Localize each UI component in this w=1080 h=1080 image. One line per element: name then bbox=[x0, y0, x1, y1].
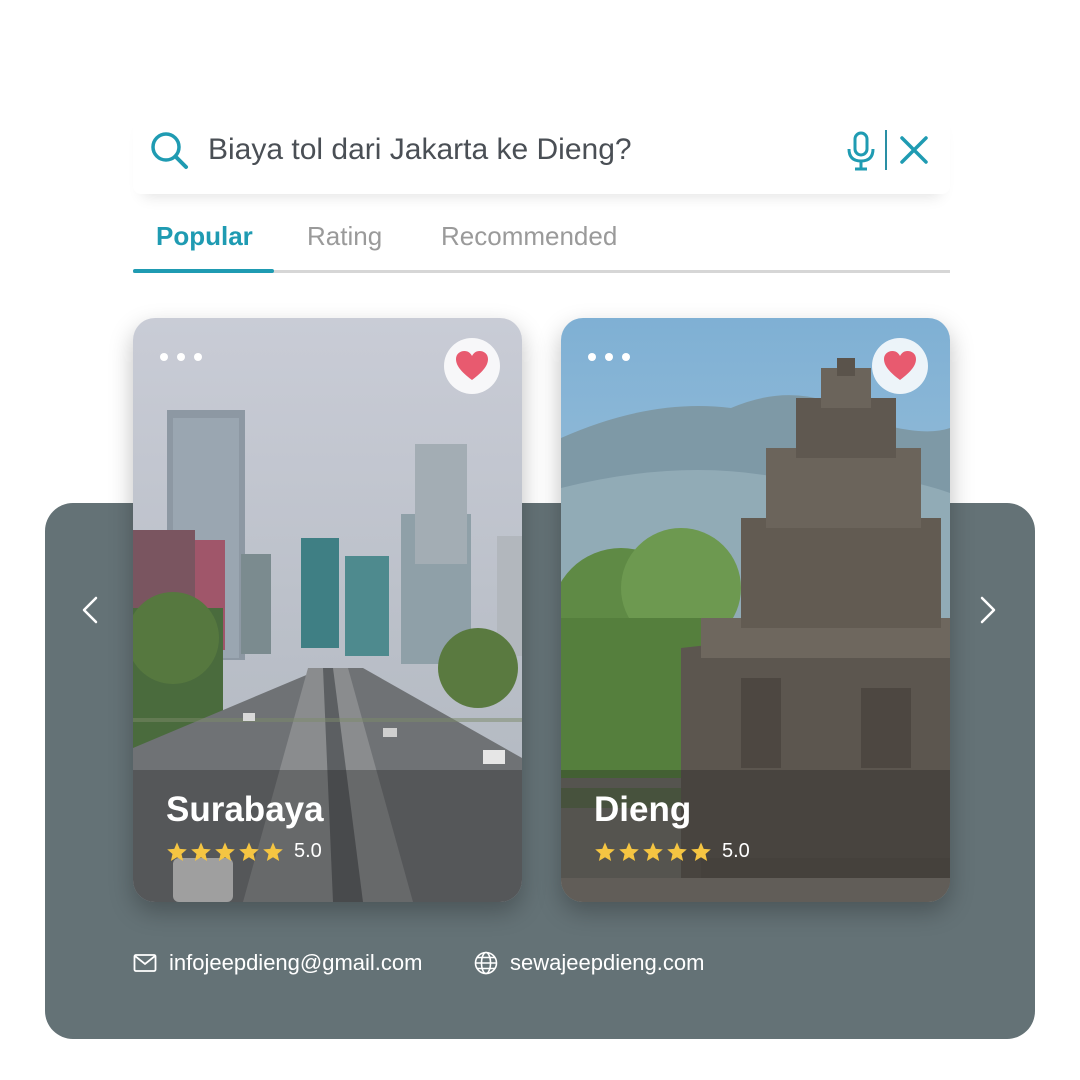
active-tab-indicator bbox=[133, 269, 274, 273]
search-icon[interactable] bbox=[149, 130, 189, 170]
close-icon[interactable] bbox=[898, 134, 930, 166]
favorite-button[interactable] bbox=[444, 338, 500, 394]
search-input[interactable]: Biaya tol dari Jakarta ke Dieng? bbox=[208, 130, 632, 170]
microphone-icon[interactable] bbox=[845, 131, 877, 171]
star-rating bbox=[166, 841, 286, 863]
heart-icon bbox=[884, 351, 916, 380]
star-icon bbox=[263, 841, 283, 861]
filter-tabs: Popular Rating Recommended bbox=[133, 215, 950, 275]
star-icon bbox=[643, 841, 663, 861]
star-icon bbox=[691, 841, 711, 861]
website-text[interactable]: sewajeepdieng.com bbox=[510, 948, 704, 978]
destination-card-surabaya[interactable]: Surabaya 5.0 bbox=[133, 318, 522, 902]
star-icon bbox=[667, 841, 687, 861]
rating-score: 5.0 bbox=[722, 840, 750, 862]
contact-website[interactable]: sewajeepdieng.com bbox=[474, 948, 774, 978]
rating-score: 5.0 bbox=[294, 840, 322, 862]
tab-recommended[interactable]: Recommended bbox=[441, 221, 617, 252]
search-divider bbox=[885, 130, 887, 170]
card-menu-icon[interactable] bbox=[160, 348, 211, 361]
globe-icon bbox=[474, 951, 498, 975]
destination-name: Dieng bbox=[594, 790, 692, 829]
star-icon bbox=[191, 841, 211, 861]
destination-rating: 5.0 bbox=[594, 840, 750, 864]
star-icon bbox=[619, 841, 639, 861]
chevron-left-icon[interactable] bbox=[74, 590, 104, 630]
star-icon bbox=[215, 841, 235, 861]
card-menu-icon[interactable] bbox=[588, 348, 639, 361]
destination-name: Surabaya bbox=[166, 790, 324, 829]
contact-email[interactable]: infojeepdieng@gmail.com bbox=[133, 948, 463, 978]
star-icon bbox=[239, 841, 259, 861]
star-icon bbox=[595, 841, 615, 861]
star-icon bbox=[167, 841, 187, 861]
heart-icon bbox=[456, 351, 488, 380]
destination-card-dieng[interactable]: Dieng 5.0 bbox=[561, 318, 950, 902]
search-bar[interactable]: Biaya tol dari Jakarta ke Dieng? bbox=[133, 108, 950, 194]
star-rating bbox=[594, 841, 714, 863]
tab-rating[interactable]: Rating bbox=[307, 221, 382, 252]
destination-rating: 5.0 bbox=[166, 840, 322, 864]
email-text[interactable]: infojeepdieng@gmail.com bbox=[169, 948, 422, 978]
envelope-icon bbox=[133, 954, 157, 972]
tab-popular[interactable]: Popular bbox=[156, 221, 253, 252]
favorite-button[interactable] bbox=[872, 338, 928, 394]
chevron-right-icon[interactable] bbox=[974, 590, 1004, 630]
